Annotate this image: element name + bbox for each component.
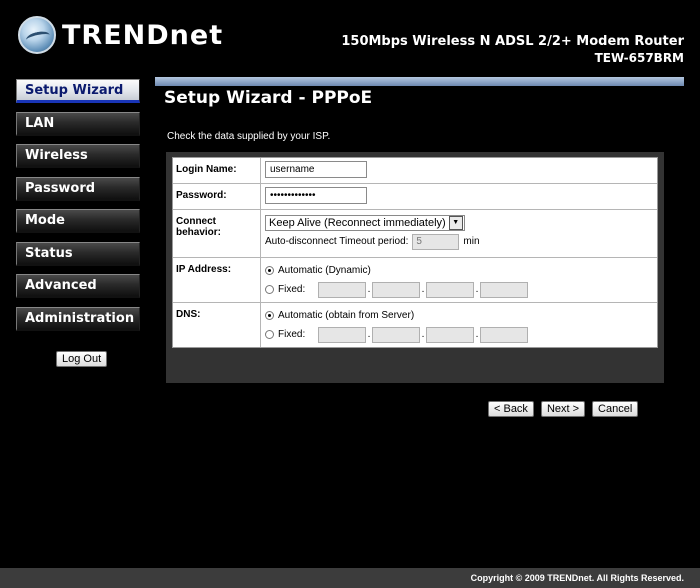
dns-fixed-label: Fixed: xyxy=(278,329,306,340)
dns-row: DNS: Automatic (obtain from Server) Fixe… xyxy=(173,303,657,347)
sidebar-item-password[interactable]: Password xyxy=(16,176,140,201)
product-model: TEW-657BRM xyxy=(594,51,684,65)
sidebar-item-status[interactable]: Status xyxy=(16,241,140,266)
instruction-text: Check the data supplied by your ISP. xyxy=(167,131,331,142)
ip-address-label: IP Address: xyxy=(173,258,261,302)
cancel-button[interactable]: Cancel xyxy=(592,401,639,417)
sidebar-item-lan[interactable]: LAN xyxy=(16,111,140,136)
page-title: Setup Wizard - PPPoE xyxy=(164,88,373,108)
main-content: Setup Wizard - PPPoE Check the data supp… xyxy=(155,77,684,568)
timeout-unit: min xyxy=(463,236,480,247)
sidebar-item-mode[interactable]: Mode xyxy=(16,209,140,233)
connect-row: Connect behavior: Keep Alive (Reconnect … xyxy=(173,210,657,258)
ip-octet-3[interactable] xyxy=(426,281,474,298)
dns-octet-3[interactable] xyxy=(426,326,474,343)
router-admin-page: TRENDnet 150Mbps Wireless N ADSL 2/2+ Mo… xyxy=(0,0,700,588)
copyright-text: Copyright © 2009 TRENDnet. All Rights Re… xyxy=(470,573,684,583)
connect-behavior-select[interactable]: Keep Alive (Reconnect immediately) ▼ xyxy=(265,214,465,231)
ip-octet-2[interactable] xyxy=(372,281,420,298)
content-top-bar xyxy=(155,77,684,86)
connect-behavior-label: Connect behavior: xyxy=(173,210,261,257)
product-name: 150Mbps Wireless N ADSL 2/2+ Modem Route… xyxy=(341,34,684,49)
product-info: 150Mbps Wireless N ADSL 2/2+ Modem Route… xyxy=(341,34,684,65)
password-label: Password: xyxy=(173,184,261,209)
wizard-actions: < Back Next > Cancel xyxy=(488,401,639,417)
dns-octet-2[interactable] xyxy=(372,326,420,343)
ip-octet-4[interactable] xyxy=(480,281,528,298)
ip-address-row: IP Address: Automatic (Dynamic) Fixed: .… xyxy=(173,258,657,303)
sidebar-item-advanced[interactable]: Advanced xyxy=(16,274,140,298)
back-button[interactable]: < Back xyxy=(488,401,534,417)
logo-text: TRENDnet xyxy=(62,19,224,51)
dns-automatic-label: Automatic (obtain from Server) xyxy=(278,310,415,321)
trendnet-logo: TRENDnet xyxy=(18,16,223,54)
login-name-label: Login Name: xyxy=(173,158,261,183)
login-row: Login Name: xyxy=(173,158,657,184)
ip-automatic-label: Automatic (Dynamic) xyxy=(278,265,371,276)
connect-behavior-value: Keep Alive (Reconnect immediately) xyxy=(269,216,446,229)
password-row: Password: xyxy=(173,184,657,210)
form-panel: Login Name: Password: Connect behavior: xyxy=(166,152,664,383)
sidebar-item-wireless[interactable]: Wireless xyxy=(16,144,140,168)
footer-bar: Copyright © 2009 TRENDnet. All Rights Re… xyxy=(0,568,700,588)
next-button[interactable]: Next > xyxy=(540,401,586,417)
ip-automatic-radio[interactable] xyxy=(265,266,274,275)
sidebar-item-setup-wizard[interactable]: Setup Wizard xyxy=(16,79,140,103)
dns-octet-1[interactable] xyxy=(318,326,366,343)
timeout-label: Auto-disconnect Timeout period: xyxy=(265,236,409,247)
chevron-down-icon[interactable]: ▼ xyxy=(448,215,463,230)
dns-label: DNS: xyxy=(173,303,261,347)
pppoe-form: Login Name: Password: Connect behavior: xyxy=(172,157,658,348)
ip-octet-1[interactable] xyxy=(318,281,366,298)
ip-fixed-label: Fixed: xyxy=(278,284,306,295)
password-input[interactable] xyxy=(265,187,367,204)
sidebar-nav: Setup Wizard LAN Wireless Password Mode … xyxy=(16,79,140,339)
logout-button[interactable]: Log Out xyxy=(56,351,108,367)
trendnet-logo-icon xyxy=(18,16,56,54)
ip-fixed-radio[interactable] xyxy=(265,285,274,294)
sidebar-item-administration[interactable]: Administration xyxy=(16,306,140,331)
login-name-input[interactable] xyxy=(265,161,367,178)
timeout-input[interactable]: 5 xyxy=(412,233,460,250)
dns-fixed-radio[interactable] xyxy=(265,330,274,339)
dns-automatic-radio[interactable] xyxy=(265,311,274,320)
dns-octet-4[interactable] xyxy=(480,326,528,343)
